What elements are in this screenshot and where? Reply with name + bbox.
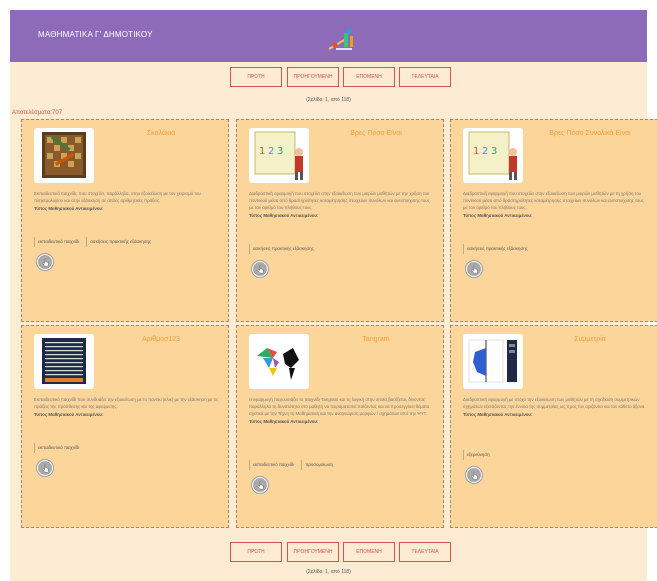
pointer-hand-icon	[256, 265, 263, 273]
learning-object-type-label: Τύπος Μαθησιακού Αντικειμένου:	[249, 213, 319, 218]
learning-object-type-label: Τύπος Μαθησιακού Αντικειμένου:	[463, 213, 533, 218]
board-game-thumbnail-icon	[42, 132, 86, 178]
svg-text:3: 3	[491, 146, 497, 157]
page-info: (Σελίδα: 1, από 118)	[306, 97, 351, 103]
tag[interactable]: εκπαιδευτικό παιχνίδι	[34, 443, 83, 453]
card-title[interactable]: Tangram	[317, 336, 435, 343]
card-description: Εκπαιδευτικό παιχνίδι, που στοχεύει, παρ…	[34, 190, 220, 212]
card-description-text: Η εφαρμογή παρουσιάζει το παιχνίδι Tangr…	[249, 397, 430, 416]
pagination-top: ΠΡΩΤΗ ΠΡΟΗΓΟΥΜΕΝΗ ΕΠΟΜΕΝΗ ΤΕΛΕΥΤΑΙΑ	[0, 67, 657, 89]
card-symmetria: Συμμετρία Διαδραστική εφαρμογή με στόχο …	[450, 325, 657, 528]
card-description: Διαδραστική εφαρμογή που στοχεύει στην ε…	[463, 190, 649, 219]
tag[interactable]: εκπαιδευτικό παιχνίδι	[34, 237, 83, 247]
card-description: Εκπαιδευτικό παιχνίδι που συνδυάζει την …	[34, 396, 220, 418]
card-thumbnail[interactable]	[34, 334, 94, 389]
card-description-text: Εκπαιδευτικό παιχνίδι, που στοχεύει, παρ…	[34, 191, 201, 203]
learning-object-type-label: Τύπος Μαθησιακού Αντικειμένου:	[249, 419, 319, 424]
card-description: Διαδραστική εφαρμογή με στόχο την εξοικε…	[463, 396, 649, 418]
open-resource-button[interactable]	[252, 261, 268, 277]
card-description-text: Εκπαιδευτικό παιχνίδι που συνδυάζει την …	[34, 397, 219, 409]
card-tags: εκπαιδευτικό παιχνίδι	[34, 443, 83, 453]
card-title[interactable]: Βρες Πόσο Είναι	[317, 130, 435, 137]
card-vres-poso-synolika-einai: 1 2 3 Βρες Πόσο Συνολικά Είναι Διαδραστι…	[450, 119, 657, 322]
card-tangram: Tangram Η εφαρμογή παρουσιάζει το παιχνί…	[236, 325, 444, 528]
tag[interactable]: ασκήσεις πρακτικής εξάσκησης	[463, 244, 532, 254]
card-description: Η εφαρμογή παρουσιάζει το παιχνίδι Tangr…	[249, 396, 435, 425]
pointer-hand-icon	[470, 265, 477, 273]
first-page-button[interactable]: ΠΡΩΤΗ	[230, 542, 282, 562]
first-page-button[interactable]: ΠΡΩΤΗ	[230, 67, 282, 87]
card-tags: ασκήσεις πρακτικής εξάσκησης	[249, 244, 318, 254]
tag[interactable]: εκπαιδευτικό παιχνίδι	[249, 460, 298, 470]
svg-text:2: 2	[482, 146, 488, 157]
card-title[interactable]: Αριθμοσ123	[102, 336, 220, 343]
card-thumbnail[interactable]	[34, 128, 94, 183]
tag[interactable]: ασκήσεις πρακτικής εξάσκησης	[86, 237, 155, 247]
tag[interactable]: εξερεύνηση	[463, 450, 494, 460]
learning-object-type-label: Τύπος Μαθησιακού Αντικειμένου:	[34, 206, 104, 211]
tag[interactable]: ασκήσεις πρακτικής εξάσκησης	[249, 244, 318, 254]
open-resource-button[interactable]	[37, 254, 53, 270]
card-thumbnail[interactable]	[249, 334, 309, 389]
symmetry-thumbnail-icon	[468, 339, 517, 383]
open-resource-button[interactable]	[37, 460, 53, 476]
svg-text:1: 1	[259, 146, 265, 157]
card-tags: εξερεύνηση	[463, 450, 494, 460]
site-title[interactable]: ΜΑΘΗΜΑΤΙΚΑ Γ' ΔΗΜΟΤΙΚΟΥ	[38, 30, 153, 39]
previous-page-button[interactable]: ΠΡΟΗΓΟΥΜΕΝΗ	[287, 542, 339, 562]
card-thumbnail[interactable]: 1 2 3	[463, 128, 523, 183]
card-arithmos123: Αριθμοσ123 Εκπαιδευτικό παιχνίδι που συν…	[21, 325, 229, 528]
card-skalakia: Σκαλάκια Εκπαιδευτικό παιχνίδι, που στοχ…	[21, 119, 229, 322]
svg-text:3: 3	[277, 146, 283, 157]
card-title[interactable]: Συμμετρία	[531, 336, 649, 343]
pointer-hand-icon	[470, 471, 477, 479]
next-page-button[interactable]: ΕΠΟΜΕΝΗ	[343, 67, 395, 87]
tag[interactable]: προσομοίωση	[301, 460, 337, 470]
open-resource-button[interactable]	[252, 477, 268, 493]
counting-board-thumbnail-icon: 1 2 3	[468, 131, 517, 180]
card-title[interactable]: Σκαλάκια	[102, 130, 220, 137]
svg-text:1: 1	[473, 146, 479, 157]
site-header: ΜΑΘΗΜΑΤΙΚΑ Γ' ΔΗΜΟΤΙΚΟΥ	[10, 10, 647, 62]
results-count: Αποτελέσματα:707	[12, 110, 63, 116]
last-page-button[interactable]: ΤΕΛΕΥΤΑΙΑ	[399, 67, 451, 87]
card-thumbnail[interactable]	[463, 334, 523, 389]
card-description-text: Διαδραστική εφαρμογή με στόχο την εξοικε…	[463, 397, 646, 409]
card-description-text: Διαδραστική εφαρμογή που στοχεύει στην ε…	[463, 191, 644, 210]
pointer-hand-icon	[41, 464, 48, 472]
page-info: (Σελίδα: 1, από 118)	[306, 569, 351, 575]
learning-object-type-label: Τύπος Μαθησιακού Αντικειμένου:	[463, 412, 533, 417]
svg-text:2: 2	[268, 146, 274, 157]
counting-board-thumbnail-icon: 1 2 3	[254, 131, 303, 180]
card-description-text: Διαδραστική εφαρμογή που στοχεύει στην ε…	[249, 191, 430, 210]
card-description: Διαδραστική εφαρμογή που στοχεύει στην ε…	[249, 190, 435, 219]
card-thumbnail[interactable]: 1 2 3	[249, 128, 309, 183]
card-tags: ασκήσεις πρακτικής εξάσκησης	[463, 244, 532, 254]
previous-page-button[interactable]: ΠΡΟΗΓΟΥΜΕΝΗ	[287, 67, 339, 87]
pointer-hand-icon	[256, 481, 263, 489]
next-page-button[interactable]: ΕΠΟΜΕΝΗ	[343, 542, 395, 562]
card-vres-poso-einai: 1 2 3 Βρες Πόσο Είναι Διαδραστική εφαρμο…	[236, 119, 444, 322]
last-page-button[interactable]: ΤΕΛΕΥΤΑΙΑ	[399, 542, 451, 562]
pagination-bottom: ΠΡΩΤΗ ΠΡΟΗΓΟΥΜΕΝΗ ΕΠΟΜΕΝΗ ΤΕΛΕΥΤΑΙΑ	[0, 542, 657, 564]
open-resource-button[interactable]	[466, 467, 482, 483]
open-resource-button[interactable]	[466, 261, 482, 277]
math-logo-icon[interactable]	[326, 27, 358, 55]
tangram-thumbnail-icon	[257, 348, 299, 380]
learning-object-type-label: Τύπος Μαθησιακού Αντικειμένου:	[34, 412, 104, 417]
number-grid-thumbnail-icon	[42, 338, 86, 384]
card-tags: εκπαιδευτικό παιχνίδι ασκήσεις πρακτικής…	[34, 237, 155, 247]
card-tags: εκπαιδευτικό παιχνίδι προσομοίωση	[249, 460, 337, 470]
card-title[interactable]: Βρες Πόσο Συνολικά Είναι	[531, 130, 649, 137]
pointer-hand-icon	[41, 258, 48, 266]
